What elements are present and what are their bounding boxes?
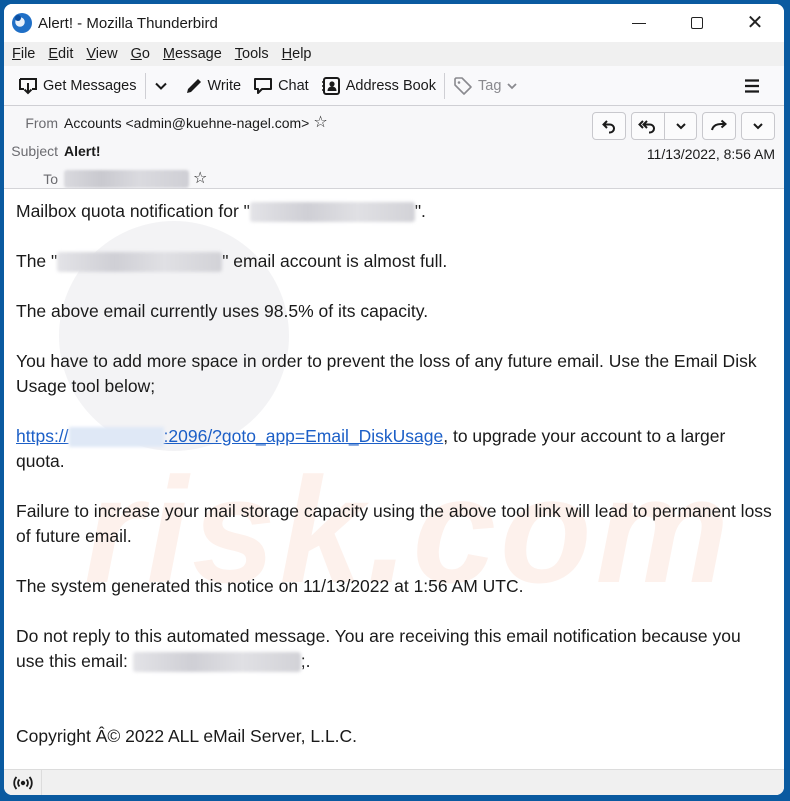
main-toolbar: Get Messages Write Chat Address Book Tag xyxy=(4,66,784,106)
paragraph-quota: Mailbox quota notification for " ". xyxy=(16,201,426,223)
maximize-button[interactable] xyxy=(668,4,726,42)
get-messages-icon xyxy=(19,77,37,94)
subject-row: Subject Alert! xyxy=(4,143,101,159)
paragraph-capacity: The above email currently uses 98.5% of … xyxy=(16,301,429,321)
to-label: To xyxy=(43,171,58,187)
thunderbird-window: Alert! - Mozilla Thunderbird ✕ File Edit… xyxy=(4,4,784,795)
address-book-button[interactable]: Address Book xyxy=(315,71,442,101)
close-button[interactable]: ✕ xyxy=(726,4,784,42)
reply-all-button-group xyxy=(631,112,697,140)
status-bar xyxy=(4,769,784,795)
to-row: To ☆ xyxy=(4,170,207,188)
menu-bar: File Edit View Go Message Tools Help xyxy=(4,42,784,66)
menu-edit[interactable]: Edit xyxy=(48,46,73,62)
reply-all-button[interactable] xyxy=(632,113,664,139)
minimize-button[interactable] xyxy=(610,4,668,42)
pencil-icon xyxy=(186,78,201,93)
paragraph-notice-time: The system generated this notice on 11/1… xyxy=(16,576,524,596)
forward-button[interactable] xyxy=(702,112,736,140)
message-header: From Accounts <admin@kuehne-nagel.com> ☆… xyxy=(4,106,784,189)
paragraph-failure: Failure to increase your mail storage ca… xyxy=(16,501,772,546)
reply-all-dropdown[interactable] xyxy=(664,113,696,139)
message-text: Mailbox quota notification for " ". The "… xyxy=(16,199,772,749)
menu-tools[interactable]: Tools xyxy=(235,46,269,62)
online-status-button[interactable] xyxy=(4,770,42,795)
menu-message[interactable]: Message xyxy=(163,46,222,62)
get-messages-button[interactable]: Get Messages xyxy=(12,71,143,101)
paragraph-add-space: You have to add more space in order to p… xyxy=(16,351,757,396)
chevron-down-icon xyxy=(753,123,763,130)
subject-label: Subject xyxy=(11,143,58,159)
maximize-icon xyxy=(691,17,703,29)
redacted-email xyxy=(249,202,415,223)
chevron-down-icon xyxy=(154,82,167,90)
reply-button[interactable] xyxy=(592,112,626,140)
subject-value: Alert! xyxy=(64,143,101,159)
tag-icon xyxy=(454,76,472,95)
address-book-icon xyxy=(321,76,340,95)
menu-go[interactable]: Go xyxy=(131,46,150,62)
title-bar: Alert! - Mozilla Thunderbird ✕ xyxy=(4,4,784,42)
redacted-domain xyxy=(68,427,164,448)
menu-help[interactable]: Help xyxy=(282,46,312,62)
message-date: 11/13/2022, 8:56 AM xyxy=(646,146,775,162)
paragraph-do-not-reply: Do not reply to this automated message. … xyxy=(16,626,741,673)
chat-icon xyxy=(254,77,273,94)
menu-file[interactable]: File xyxy=(12,46,35,62)
chevron-down-icon xyxy=(675,123,686,130)
app-menu-button[interactable] xyxy=(737,71,772,101)
menu-view[interactable]: View xyxy=(86,46,117,62)
window-controls: ✕ xyxy=(610,4,784,42)
close-icon: ✕ xyxy=(746,12,764,34)
chat-button[interactable]: Chat xyxy=(247,71,315,101)
reply-all-icon xyxy=(638,120,655,134)
hamburger-menu-icon xyxy=(745,78,759,93)
online-status-icon xyxy=(12,775,33,790)
message-body: risk.com Mailbox quota notification for … xyxy=(4,189,784,769)
thunderbird-logo-icon xyxy=(12,13,32,33)
from-label: From xyxy=(25,115,58,131)
redacted-email xyxy=(57,252,223,273)
get-messages-dropdown[interactable] xyxy=(148,71,179,101)
toolbar-separator xyxy=(444,72,445,99)
more-actions-button[interactable] xyxy=(741,112,775,140)
tag-button[interactable]: Tag xyxy=(447,71,524,101)
paragraph-almost-full: The " " email account is almost full. xyxy=(16,251,448,273)
write-button[interactable]: Write xyxy=(179,71,248,101)
disk-usage-link[interactable]: https://:2096/?goto_app=Email_DiskUsage xyxy=(16,426,443,448)
toolbar-separator xyxy=(144,72,146,99)
message-actions xyxy=(592,112,775,140)
star-icon[interactable]: ☆ xyxy=(313,115,327,131)
to-value-redacted[interactable] xyxy=(64,170,189,188)
reply-icon xyxy=(602,120,615,134)
star-icon[interactable]: ☆ xyxy=(193,171,207,187)
redacted-email xyxy=(132,652,301,673)
paragraph-link: https://:2096/?goto_app=Email_DiskUsage,… xyxy=(16,426,726,471)
forward-icon xyxy=(711,119,728,131)
from-row: From Accounts <admin@kuehne-nagel.com> ☆ xyxy=(4,115,327,132)
minimize-icon xyxy=(632,22,646,24)
window-title: Alert! - Mozilla Thunderbird xyxy=(38,14,218,32)
from-value[interactable]: Accounts <admin@kuehne-nagel.com> xyxy=(64,115,309,131)
copyright: Copyright Â© 2022 ALL eMail Server, L.L.… xyxy=(16,726,358,746)
chevron-down-icon xyxy=(507,82,518,89)
